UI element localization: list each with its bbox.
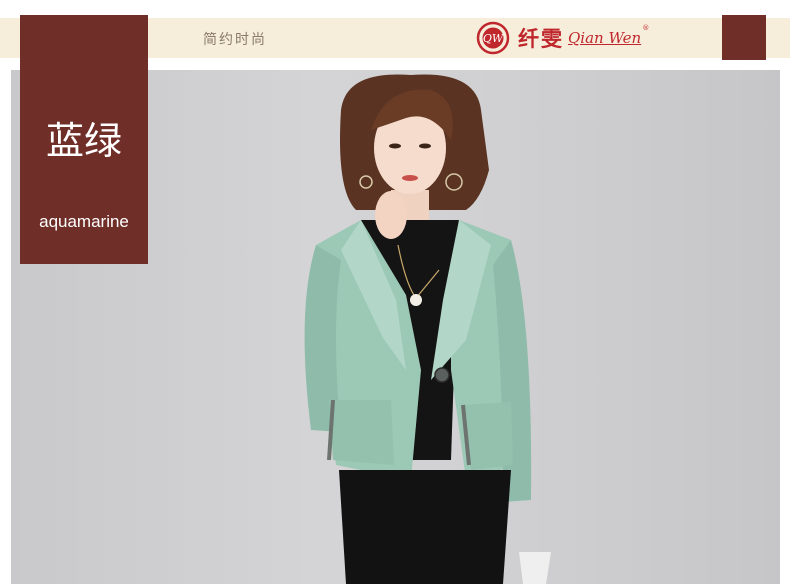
brand-name-cn: 纤雯 (518, 26, 564, 51)
tagline: 简约时尚 (203, 32, 267, 48)
registered-mark: ® (642, 24, 650, 32)
color-name-en: aquamarine (39, 212, 129, 231)
brand-name-en: Qian Wen (568, 29, 642, 47)
header-color-block (722, 15, 766, 60)
svg-text:QW: QW (483, 32, 505, 45)
color-swatch-card: 蓝绿 aquamarine (20, 15, 148, 264)
brand-logo[interactable]: QW 纤雯 Qian Wen ® (476, 20, 649, 56)
color-name-cn: 蓝绿 (45, 119, 122, 163)
qw-circle-logo-icon: QW (476, 21, 510, 55)
